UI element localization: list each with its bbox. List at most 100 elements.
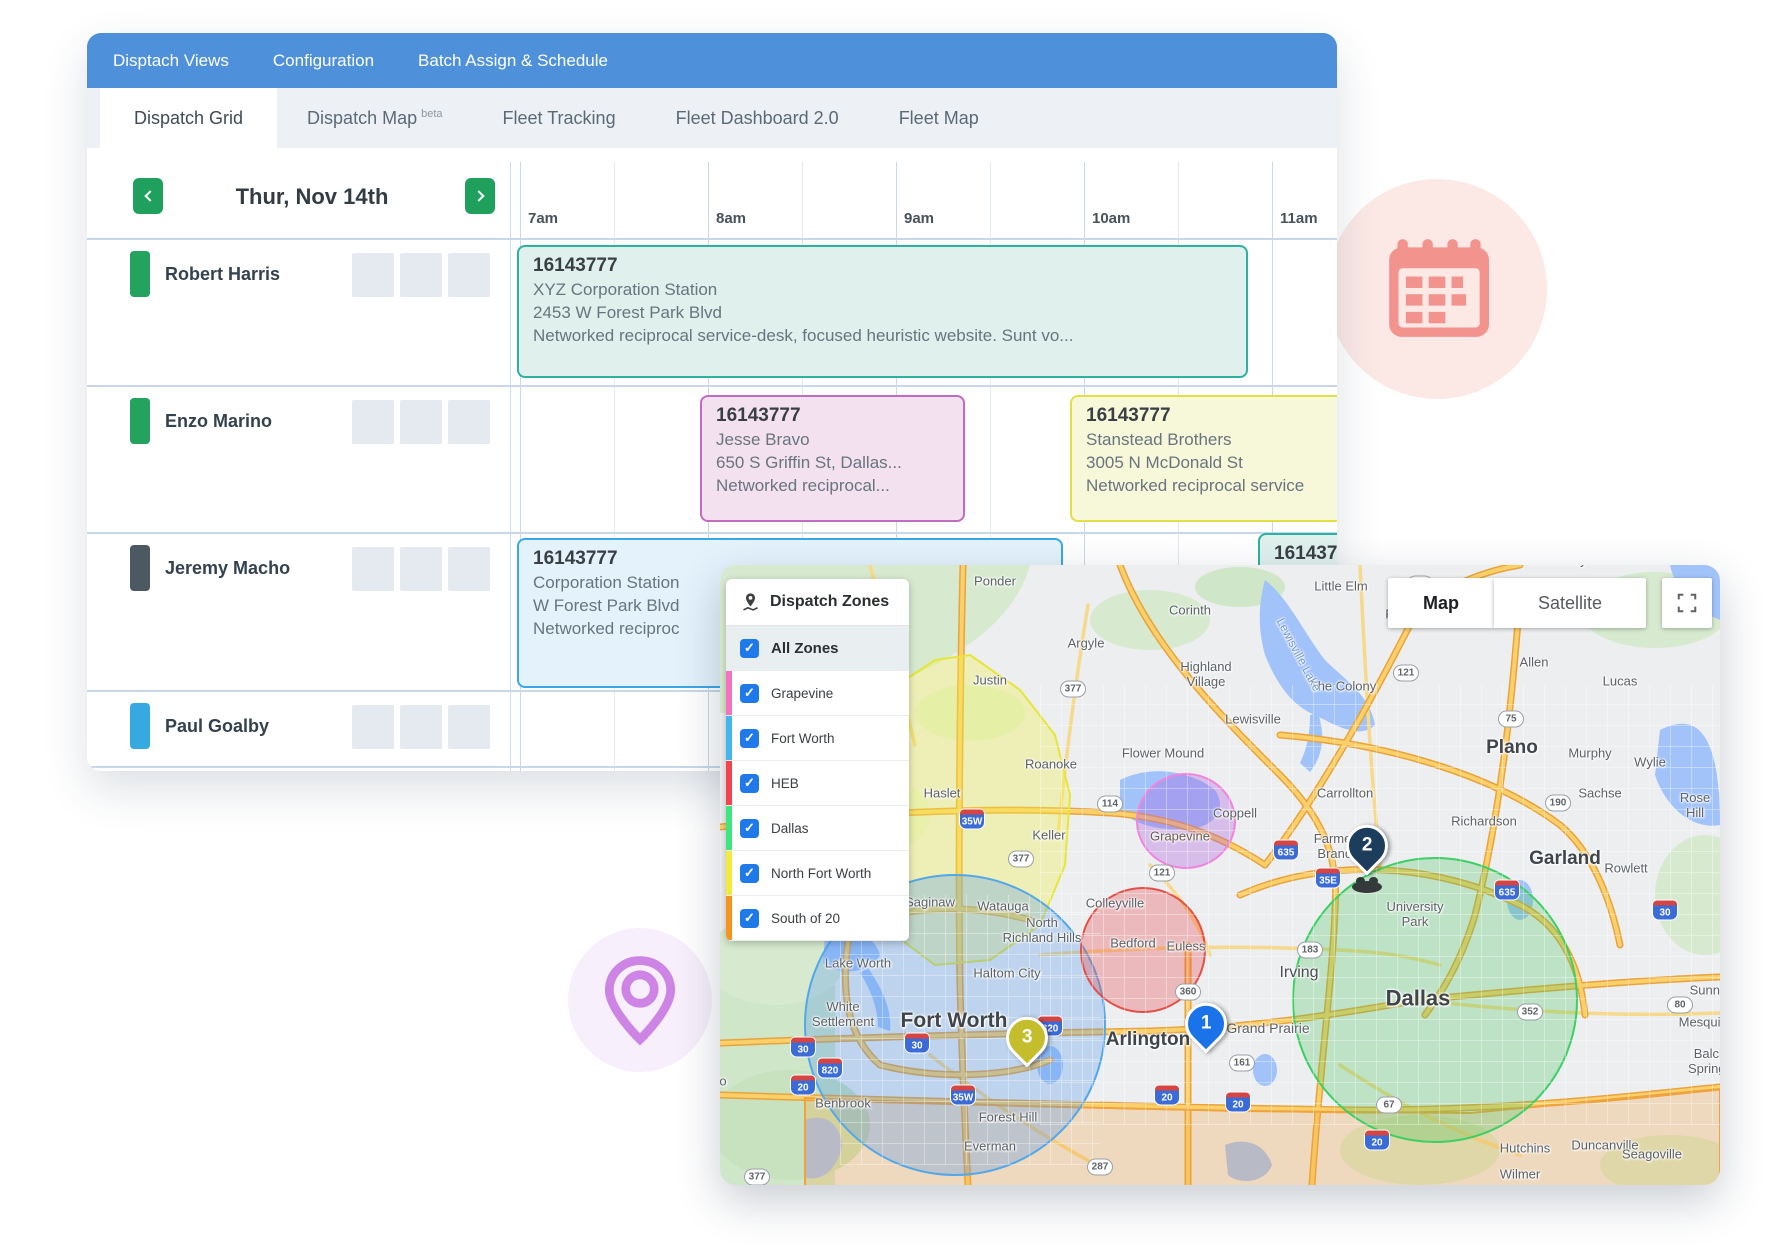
- tab-fleet-map[interactable]: Fleet Map: [869, 88, 1009, 148]
- legend-item-all-zones[interactable]: ✓ All Zones: [726, 626, 909, 671]
- zone-checkbox[interactable]: ✓: [740, 864, 759, 883]
- placeholder-square: [448, 705, 490, 749]
- zone-label: HEB: [771, 776, 799, 791]
- nav-item-batch-assign-schedule[interactable]: Batch Assign & Schedule: [418, 51, 608, 71]
- placeholder-square: [400, 547, 442, 591]
- zone-color-stripe: [726, 896, 732, 940]
- dispatch-map[interactable]: PonderCorinthLittle ElmFriscoMcKinneyArg…: [720, 565, 1720, 1185]
- legend-rows: ✓All Zones✓Grapevine✓Fort Worth✓HEB✓Dall…: [726, 626, 909, 941]
- prev-day-button[interactable]: [133, 178, 163, 214]
- dispatch-zones-icon: [740, 592, 761, 613]
- placeholder-square: [400, 705, 442, 749]
- driver-name: Robert Harris: [165, 264, 280, 285]
- zone-checkbox[interactable]: ✓: [740, 819, 759, 838]
- marker-number: 1: [1201, 1013, 1212, 1035]
- event-order-number: 16143777: [716, 405, 949, 427]
- zone-color-stripe: [726, 716, 732, 760]
- top-nav: Disptach Views Configuration Batch Assign …: [87, 33, 1337, 88]
- tab-dispatch-grid[interactable]: Dispatch Grid: [100, 88, 277, 148]
- tab-fleet-dashboard-2-0[interactable]: Fleet Dashboard 2.0: [646, 88, 869, 148]
- event-detail-line: Stanstead Brothers: [1086, 429, 1337, 452]
- beta-badge: beta: [421, 108, 442, 120]
- nav-item-configuration[interactable]: Configuration: [273, 51, 374, 71]
- event-detail-line: Networked reciprocal service: [1086, 475, 1337, 498]
- legend-item-dallas[interactable]: ✓ Dallas: [726, 806, 909, 851]
- legend-item-south-of-20[interactable]: ✓ South of 20: [726, 896, 909, 941]
- nav-item-disptach-views[interactable]: Disptach Views: [113, 51, 229, 71]
- event-order-number: 16143777: [1086, 405, 1337, 427]
- driver-name: Enzo Marino: [165, 411, 272, 432]
- zone-grapevine: [1137, 774, 1235, 868]
- tab-label: Dispatch Map: [307, 108, 417, 129]
- zone-checkbox[interactable]: ✓: [740, 639, 759, 658]
- driver-color-bar: [130, 703, 150, 749]
- grid-row-line: [87, 385, 1337, 387]
- placeholder-square: [448, 253, 490, 297]
- event-detail-line: Networked reciprocal...: [716, 475, 949, 498]
- zone-label: Fort Worth: [771, 731, 835, 746]
- time-label-9am: 9am: [904, 210, 934, 227]
- placeholder-square: [352, 705, 394, 749]
- time-label-10am: 10am: [1092, 210, 1130, 227]
- zone-checkbox[interactable]: ✓: [740, 774, 759, 793]
- tab-label: Fleet Map: [899, 108, 979, 129]
- time-label-11am: 11am: [1280, 210, 1318, 227]
- tab-bar: Dispatch Grid Dispatch Map beta Fleet Track…: [87, 88, 1337, 148]
- zone-label: South of 20: [771, 911, 840, 926]
- fullscreen-icon: [1676, 592, 1698, 614]
- zone-color-stripe: [726, 671, 732, 715]
- zone-checkbox[interactable]: ✓: [740, 684, 759, 703]
- calendar-icon: [1385, 237, 1489, 341]
- legend-item-north-fort-worth[interactable]: ✓North Fort Worth: [726, 851, 909, 896]
- grid-row-line: [87, 532, 1337, 534]
- legend-item-fort-worth[interactable]: ✓ Fort Worth: [726, 716, 909, 761]
- driver-color-bar: [130, 545, 150, 591]
- zone-dallas: [1293, 858, 1577, 1142]
- placeholder-square: [352, 253, 394, 297]
- placeholder-square: [400, 253, 442, 297]
- chevron-left-icon: [144, 190, 155, 201]
- event-detail-line: 3005 N McDonald St: [1086, 452, 1337, 475]
- tab-label: Fleet Dashboard 2.0: [676, 108, 839, 129]
- event-order-number: 16143777: [1274, 543, 1337, 565]
- zone-checkbox[interactable]: ✓: [740, 909, 759, 928]
- chevron-right-icon: [473, 190, 484, 201]
- marker-number: 3: [1022, 1027, 1033, 1049]
- map-view-button[interactable]: Map: [1388, 578, 1494, 628]
- zone-label: All Zones: [771, 640, 839, 657]
- zone-heb: [1081, 888, 1205, 1012]
- date-label: Thur, Nov 14th: [167, 184, 457, 210]
- placeholder-square: [352, 547, 394, 591]
- driver-color-bar: [130, 398, 150, 444]
- event-card[interactable]: 16143777Stanstead Brothers3005 N McDonal…: [1070, 395, 1337, 522]
- fullscreen-button[interactable]: [1662, 578, 1712, 628]
- driver-name: Paul Goalby: [165, 716, 269, 737]
- next-day-button[interactable]: [465, 178, 495, 214]
- event-card[interactable]: 16143777XYZ Corporation Station2453 W Fo…: [517, 245, 1248, 378]
- event-detail-line: XYZ Corporation Station: [533, 279, 1232, 302]
- tab-fleet-tracking[interactable]: Fleet Tracking: [473, 88, 646, 148]
- grid-row-line: [87, 238, 1337, 240]
- marker-number: 2: [1362, 835, 1373, 857]
- event-detail-line: Jesse Bravo: [716, 429, 949, 452]
- zone-color-stripe: [726, 806, 732, 850]
- legend-title: Dispatch Zones: [770, 593, 889, 611]
- legend-item-grapevine[interactable]: ✓Grapevine: [726, 671, 909, 716]
- event-detail-line: 650 S Griffin St, Dallas...: [716, 452, 949, 475]
- location-pin-decor-circle: [568, 928, 712, 1072]
- satellite-view-button[interactable]: Satellite: [1494, 578, 1646, 628]
- zone-color-stripe: [726, 851, 732, 895]
- tab-label: Fleet Tracking: [503, 108, 616, 129]
- event-detail-line: Networked reciprocal service-desk, focus…: [533, 325, 1232, 348]
- event-card[interactable]: 16143777Jesse Bravo650 S Griffin St, Dal…: [700, 395, 965, 522]
- driver-name: Jeremy Macho: [165, 558, 290, 579]
- grid-divider: [510, 162, 511, 771]
- zone-label: Dallas: [771, 821, 809, 836]
- tab-dispatch-map[interactable]: Dispatch Map beta: [277, 88, 472, 148]
- calendar-decor-circle: [1327, 179, 1547, 399]
- legend-item-heb[interactable]: ✓ HEB: [726, 761, 909, 806]
- time-label-8am: 8am: [716, 210, 746, 227]
- placeholder-square: [400, 400, 442, 444]
- zone-checkbox[interactable]: ✓: [740, 729, 759, 748]
- tab-label: Dispatch Grid: [134, 108, 243, 129]
